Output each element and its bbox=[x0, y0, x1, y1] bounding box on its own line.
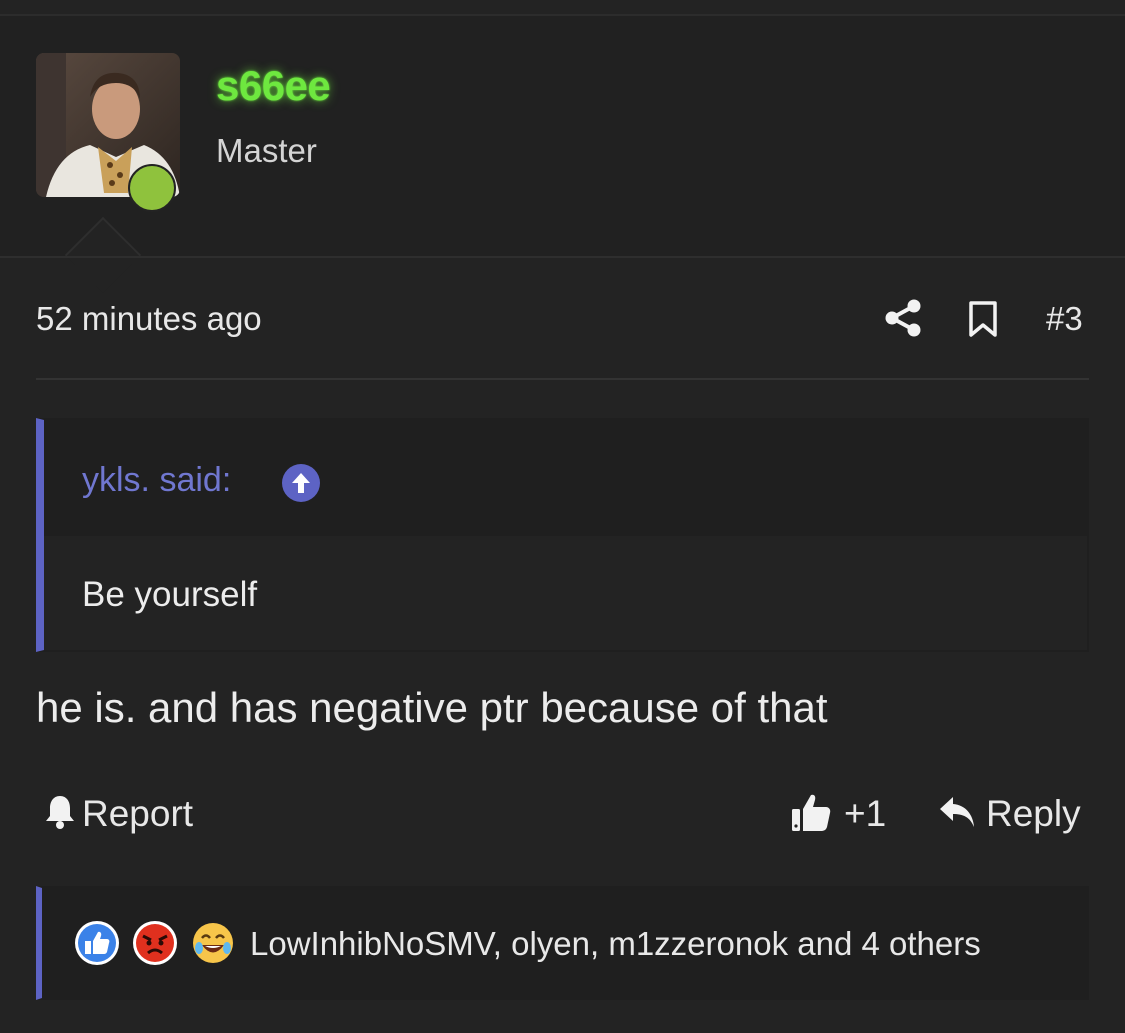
reaction-users-summary[interactable]: LowInhibNoSMV, olyen, m1zzeronok and 4 o… bbox=[250, 925, 981, 963]
reaction-icons bbox=[74, 920, 236, 966]
report-button[interactable]: Report bbox=[44, 792, 193, 836]
reply-arrow-icon bbox=[938, 795, 976, 834]
quote-block: ykls. said: Be yourself bbox=[36, 418, 1089, 652]
share-icon[interactable] bbox=[884, 298, 922, 338]
like-button[interactable]: +1 bbox=[790, 792, 886, 836]
like-count: +1 bbox=[844, 793, 887, 834]
quote-author[interactable]: ykls. said: bbox=[82, 461, 231, 500]
user-header-divider bbox=[0, 256, 1125, 258]
username[interactable]: s66ee bbox=[216, 62, 331, 110]
report-label: Report bbox=[82, 793, 194, 834]
angry-reaction-icon bbox=[132, 920, 178, 966]
laughing-reaction-icon bbox=[190, 920, 236, 966]
user-title: Master bbox=[216, 132, 317, 169]
bookmark-icon[interactable] bbox=[966, 300, 1000, 338]
post-timestamp[interactable]: 52 minutes ago bbox=[36, 300, 262, 338]
meta-divider bbox=[36, 378, 1089, 380]
quote-header: ykls. said: bbox=[44, 420, 1087, 536]
reply-button[interactable]: Reply bbox=[938, 792, 1081, 836]
arrow-up-circle-icon[interactable] bbox=[282, 464, 320, 502]
thumbs-up-icon bbox=[790, 791, 832, 838]
like-reaction-icon bbox=[74, 920, 120, 966]
reactions-bar[interactable]: LowInhibNoSMV, olyen, m1zzeronok and 4 o… bbox=[36, 886, 1089, 1000]
online-status-indicator bbox=[128, 164, 176, 212]
bell-icon bbox=[44, 794, 76, 835]
reply-label: Reply bbox=[986, 793, 1081, 834]
post-number[interactable]: #3 bbox=[1046, 300, 1083, 338]
post-message: he is. and has negative ptr because of t… bbox=[36, 684, 828, 731]
quote-text: Be yourself bbox=[82, 575, 258, 614]
